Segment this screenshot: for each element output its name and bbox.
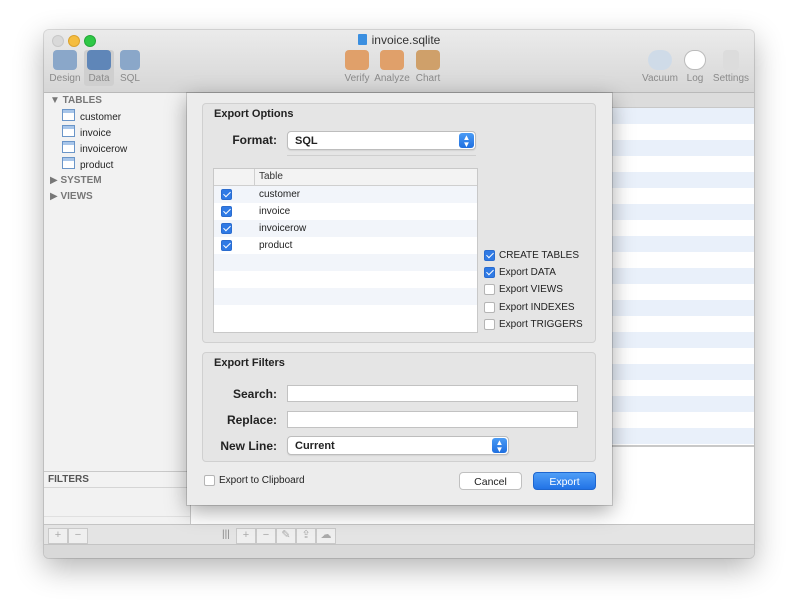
filters-header: FILTERS [44, 472, 190, 488]
sql-button[interactable]: SQL [117, 50, 143, 84]
window-title: invoice.sqlite [44, 33, 754, 47]
export-indexes-checkbox[interactable]: Export INDEXES [484, 301, 575, 315]
toolbar: invoice.sqlite Design Data SQL Verify An… [44, 30, 754, 93]
bottom-toolbar: + − ||| + − ✎ ⇪ ☁ [44, 524, 754, 545]
checkbox[interactable] [484, 302, 495, 313]
speech-bubble-icon [684, 50, 706, 70]
add-filter-button[interactable]: + [48, 528, 68, 544]
search-input[interactable] [287, 385, 578, 402]
table-row-empty [214, 288, 477, 305]
table-row[interactable]: invoicerow [214, 220, 477, 237]
checkbox[interactable] [484, 284, 495, 295]
table-row-empty [214, 254, 477, 271]
cloud-icon [648, 50, 672, 70]
chevron-updown-icon: ▲ ▼ [492, 438, 507, 454]
sql-icon [120, 50, 140, 70]
edit-icon[interactable]: ✎ [276, 528, 296, 544]
export-triggers-checkbox[interactable]: Export TRIGGERS [484, 318, 583, 332]
system-section-header[interactable]: ▶ SYSTEM [44, 173, 190, 189]
newline-label: New Line: [220, 439, 277, 453]
format-label: Format: [232, 133, 277, 147]
document-icon [357, 34, 367, 45]
analyze-button[interactable]: Analyze [374, 50, 410, 84]
chevron-updown-icon: ▲ ▼ [459, 133, 474, 149]
export-views-checkbox[interactable]: Export VIEWS [484, 283, 563, 297]
sidebar-item-invoice[interactable]: invoice [44, 125, 190, 141]
checkbox-column-header [214, 169, 255, 185]
table-icon [62, 125, 75, 137]
sidebar-item-product[interactable]: product [44, 157, 190, 173]
replace-input[interactable] [287, 411, 578, 428]
sidebar-item-customer[interactable]: customer [44, 109, 190, 125]
export-data-checkbox[interactable]: Export DATA [484, 266, 556, 280]
table-icon [62, 141, 75, 153]
filters-panel: FILTERS [44, 471, 190, 525]
export-filters-title: Export Filters [214, 357, 285, 369]
remove-filter-button[interactable]: − [68, 528, 88, 544]
design-icon [53, 50, 77, 70]
export-options-title: Export Options [214, 108, 294, 120]
checkbox[interactable] [204, 475, 215, 486]
format-select[interactable]: SQL ▲ ▼ [287, 131, 476, 150]
table-checkbox[interactable] [221, 206, 232, 217]
tables-list: Table customer invoice invoicerow produc… [213, 168, 478, 333]
table-checkbox[interactable] [221, 223, 232, 234]
sidebar: ▼ TABLES customer invoice invoicerow pro… [44, 93, 191, 524]
import-icon[interactable]: ⇪ [296, 528, 316, 544]
sidebar-item-invoicerow[interactable]: invoicerow [44, 141, 190, 157]
settings-button[interactable]: Settings [711, 50, 751, 84]
data-icon [87, 50, 111, 70]
resize-handle-icon[interactable]: ||| [222, 529, 230, 540]
vacuum-button[interactable]: Vacuum [640, 50, 680, 84]
cancel-button[interactable]: Cancel [459, 472, 522, 490]
replace-label: Replace: [226, 413, 277, 427]
table-column-header: Table [259, 171, 283, 182]
chart-button[interactable]: Chart [413, 50, 443, 84]
table-checkbox[interactable] [221, 240, 232, 251]
table-header: Table [214, 169, 477, 186]
export-button[interactable]: Export [533, 472, 596, 490]
wrench-icon [723, 50, 739, 70]
checkbox[interactable] [484, 319, 495, 330]
remove-row-button[interactable]: − [256, 528, 276, 544]
table-icon [62, 157, 75, 169]
verify-icon [345, 50, 369, 70]
log-button[interactable]: Log [684, 50, 706, 84]
views-section-header[interactable]: ▶ VIEWS [44, 189, 190, 205]
verify-button[interactable]: Verify [342, 50, 372, 84]
checkbox[interactable] [484, 267, 495, 278]
analyze-icon [380, 50, 404, 70]
status-bar [44, 544, 754, 558]
table-row-empty [214, 271, 477, 288]
table-icon [62, 109, 75, 121]
data-button[interactable]: Data [84, 50, 114, 86]
chart-icon [416, 50, 440, 70]
create-tables-checkbox[interactable]: CREATE TABLES [484, 249, 579, 263]
table-row[interactable]: invoice [214, 203, 477, 220]
export-to-clipboard-checkbox[interactable]: Export to Clipboard [204, 474, 305, 488]
tables-section-header[interactable]: ▼ TABLES [44, 93, 190, 109]
table-row[interactable]: product [214, 237, 477, 254]
newline-select[interactable]: Current ▲ ▼ [287, 436, 509, 455]
design-button[interactable]: Design [49, 50, 81, 84]
filter-row [44, 488, 190, 517]
search-label: Search: [232, 387, 277, 401]
table-row[interactable]: customer [214, 186, 477, 203]
table-row-empty [214, 305, 477, 322]
divider [287, 155, 476, 156]
add-row-button[interactable]: + [236, 528, 256, 544]
export-dialog: Export Options Format: SQL ▲ ▼ Table cust… [187, 93, 612, 505]
cloud-upload-icon[interactable]: ☁ [316, 528, 336, 544]
checkbox[interactable] [484, 250, 495, 261]
table-checkbox[interactable] [221, 189, 232, 200]
